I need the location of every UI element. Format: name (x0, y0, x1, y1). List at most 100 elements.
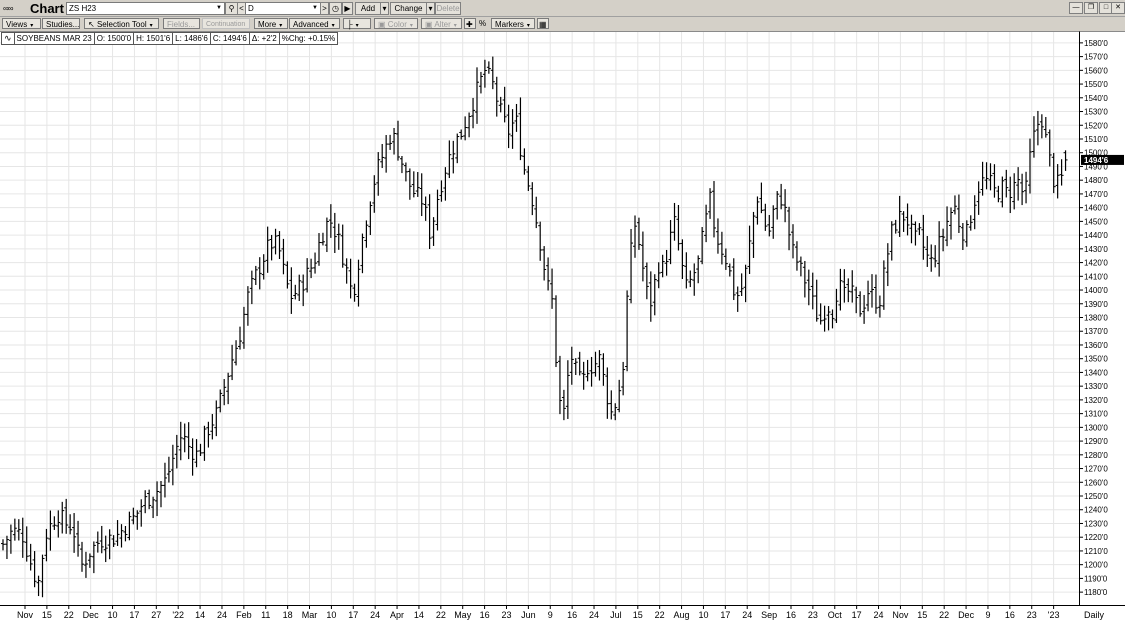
title-bar: ∞∞ Chart ZS H23 ▼ ⚲ < D ▼ > ◷ ▶ Add ▾ Ch… (0, 0, 1125, 17)
ohlc-bar (135, 510, 140, 530)
play-icon[interactable]: ▶ (342, 2, 353, 15)
price-axis[interactable]: 1180'0 1190'0 1200'0 1210'0 1220'0 1230'0 1240… (1080, 31, 1125, 606)
ohlc-bar (640, 231, 645, 282)
ohlc-bar (538, 221, 543, 261)
trash-icon[interactable]: ▦ (537, 18, 549, 29)
ohlc-bar (1012, 173, 1017, 210)
ohlc-bar (269, 234, 274, 261)
period-input[interactable]: D ▼ (245, 2, 321, 15)
alter-label: Alter (434, 20, 451, 29)
studies-button[interactable]: Studies... (42, 18, 80, 29)
ohlc-bar (87, 553, 92, 568)
x-tick-label: '23 (1048, 610, 1060, 620)
ohlc-bar (48, 510, 53, 551)
ohlc-bar (494, 76, 499, 117)
ohlc-bar (206, 421, 211, 448)
ohlc-bar (565, 360, 570, 419)
y-tick-label: 1250'0 (1084, 492, 1108, 501)
chart-type-icon: ∿ (2, 33, 15, 44)
ohlc-bar (486, 61, 491, 74)
delete-button[interactable]: Delete (435, 2, 461, 15)
ohlc-bar (870, 274, 874, 308)
y-tick-label: 1300'0 (1084, 423, 1108, 432)
clock-icon[interactable]: ◷ (329, 2, 342, 15)
y-tick-label: 1570'0 (1084, 53, 1108, 62)
views-button[interactable]: Views ▾ (2, 18, 41, 29)
selection-tool-button[interactable]: ↖ Selection Tool ▾ (84, 18, 159, 29)
ohlc-bar (32, 551, 37, 588)
ohlc-bar (889, 221, 894, 261)
ohlc-bar (388, 134, 393, 150)
ohlc-bar (787, 206, 792, 251)
ohlc-bar (798, 256, 803, 277)
next-period-button[interactable]: > (320, 2, 329, 15)
x-tick-label: 16 (480, 610, 490, 620)
ohlc-bar (364, 220, 369, 248)
x-tick-label: 15 (917, 610, 927, 620)
markers-button[interactable]: Markers ▾ (491, 18, 535, 29)
ohlc-bar (1031, 116, 1036, 158)
minimize-icon[interactable]: — (1069, 2, 1083, 14)
chevron-down-icon[interactable]: ▾ (426, 2, 435, 15)
ohlc-bar (498, 96, 503, 113)
x-tick-label: 23 (808, 610, 818, 620)
ohlc-bar (64, 498, 69, 534)
ohlc-bar (1051, 152, 1056, 194)
chevron-down-icon: ▾ (409, 23, 413, 29)
period-value: D (248, 4, 254, 13)
advanced-button[interactable]: Advanced ▾ (289, 18, 340, 29)
ohlc-bar (854, 286, 859, 314)
ohlc-bar (214, 400, 219, 437)
x-tick-label: Jul (610, 610, 622, 620)
x-tick-label: 24 (874, 610, 884, 620)
x-tick-label: 22 (655, 610, 665, 620)
x-tick-label: 17 (720, 610, 730, 620)
chart-plot-area[interactable] (0, 31, 1080, 605)
ohlc-bar (609, 390, 614, 420)
restore-icon[interactable]: ❐ (1084, 2, 1098, 14)
y-tick-label: 1210'0 (1084, 547, 1108, 556)
ohlc-bar (151, 496, 156, 519)
alter-button[interactable]: ▣ Alter ▾ (421, 18, 462, 29)
chevron-down-icon[interactable]: ▼ (312, 3, 318, 14)
fields-button[interactable]: Fields... (163, 18, 200, 29)
ohlc-bar (712, 181, 716, 238)
ohlc-bar (8, 524, 13, 554)
change-button[interactable]: Change (390, 2, 427, 15)
x-tick-label: 18 (283, 610, 293, 620)
ohlc-bar (648, 271, 653, 322)
ohlc-bar (818, 303, 823, 325)
symbol-input[interactable]: ZS H23 ▼ (66, 2, 225, 15)
ohlc-bar (28, 543, 33, 571)
price-chart[interactable] (0, 32, 1079, 605)
link-icon[interactable]: ∞∞ (3, 4, 13, 13)
ohlc-bar (245, 286, 250, 326)
crosshair-icon[interactable]: ✚ (464, 18, 476, 29)
y-tick-label: 1260'0 (1084, 478, 1108, 487)
color-label: Color (387, 20, 407, 29)
color-button[interactable]: ▣ Color ▾ (374, 18, 418, 29)
ohlc-bar (976, 181, 981, 215)
y-tick-label: 1460'0 (1084, 204, 1108, 213)
x-tick-label: Mar (302, 610, 318, 620)
ohlc-bar (91, 541, 96, 574)
percent-button[interactable]: % (478, 18, 489, 29)
more-label: More (258, 20, 277, 29)
continuation-button[interactable]: Continuation (202, 18, 250, 29)
ohlc-bar (44, 528, 49, 562)
date-axis[interactable]: Nov 15 22 Dec 10 17 27 '22 14 24 Feb 11 18 Mar 10 17 24 A… (0, 605, 1125, 621)
ohlc-bar (238, 326, 242, 350)
ohlc-bar (605, 367, 610, 419)
close-icon[interactable]: ✕ (1111, 2, 1125, 14)
more-button[interactable]: More ▾ (254, 18, 288, 29)
y-tick-label: 1330'0 (1084, 382, 1108, 391)
bar-type-button[interactable]: ├ ▾ (343, 18, 371, 29)
ohlc-bar (198, 443, 203, 456)
y-tick-label: 1550'0 (1084, 80, 1108, 89)
x-tick-label: '22 (172, 610, 184, 620)
chevron-down-icon[interactable]: ▾ (380, 2, 389, 15)
ohlc-bar (893, 219, 898, 234)
chevron-down-icon[interactable]: ▼ (216, 3, 222, 14)
y-tick-label: 1430'0 (1084, 245, 1108, 254)
add-button[interactable]: Add (355, 2, 381, 15)
